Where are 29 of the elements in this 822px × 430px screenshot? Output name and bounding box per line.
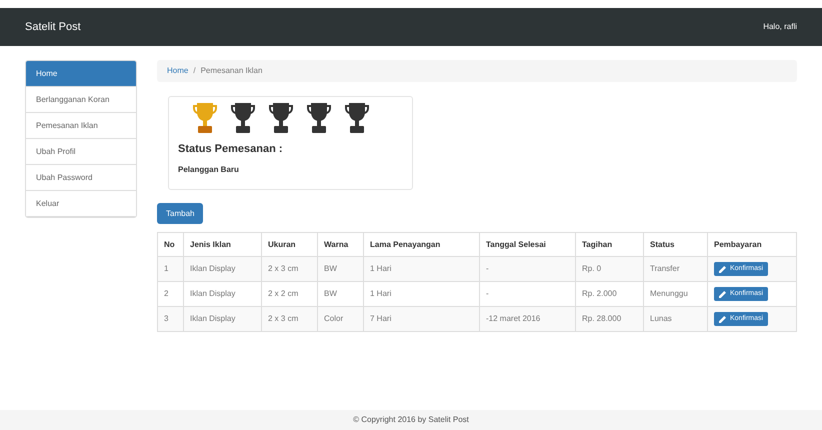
column-header: Tanggal Selesai xyxy=(480,232,576,256)
column-header: No xyxy=(158,232,184,256)
breadcrumb-link[interactable]: Home xyxy=(167,65,188,77)
table-cell: Iklan Display xyxy=(184,306,262,332)
greeting-text: Halo, rafli xyxy=(763,21,797,33)
sidebar-item[interactable]: Home xyxy=(26,61,136,87)
trophy-icon xyxy=(192,101,218,135)
breadcrumb-current: Pemesanan Iklan xyxy=(200,65,262,77)
table-cell: 2 x 3 cm xyxy=(262,306,318,332)
table-cell: 7 Hari xyxy=(364,306,480,332)
trophy-icon xyxy=(268,101,294,135)
status-value: Pelanggan Baru xyxy=(178,164,240,176)
pencil-icon xyxy=(719,266,726,272)
column-header: Lama Penayangan xyxy=(364,232,480,256)
pencil-icon xyxy=(719,290,726,298)
status-title: Status Pemesanan : xyxy=(178,142,284,157)
brand-title[interactable]: Satelit Post xyxy=(25,18,81,36)
add-button[interactable]: Tambah xyxy=(157,203,204,224)
table-cell: 3 xyxy=(158,306,184,332)
copyright-text: © Copyright 2016 by Satelit Post xyxy=(353,414,469,426)
breadcrumb-separator: / xyxy=(193,65,196,77)
trophy-icon xyxy=(230,101,256,135)
table-cell: Lunas xyxy=(644,306,708,332)
table-cell: -12 maret 2016 xyxy=(480,306,576,332)
table-cell: Color xyxy=(318,306,364,332)
table-cell: Rp. 28.000 xyxy=(576,306,644,332)
trophy-icon xyxy=(344,101,370,135)
trophy-icon xyxy=(306,101,332,135)
pencil-icon xyxy=(719,316,726,322)
